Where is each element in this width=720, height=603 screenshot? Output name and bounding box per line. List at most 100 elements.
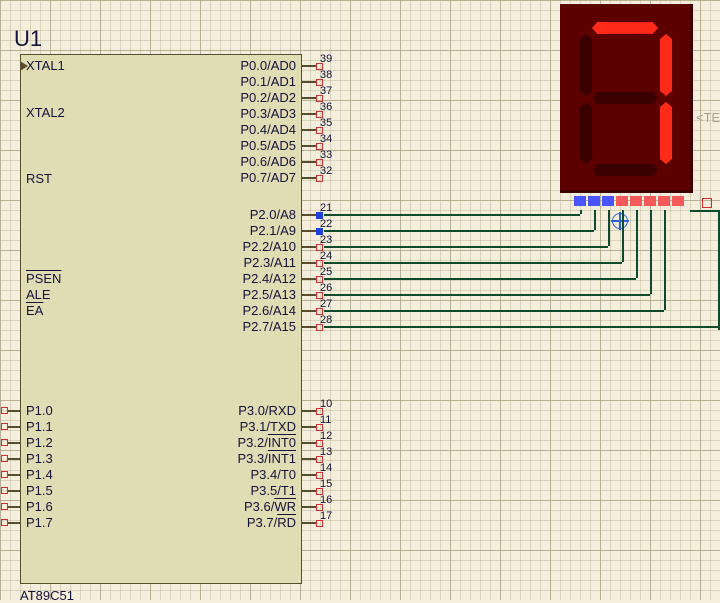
- pin-label-left: ALE: [26, 287, 51, 302]
- pin-label-right: P0.4/AD4: [240, 122, 296, 137]
- net-wire[interactable]: [636, 210, 638, 278]
- pin-terminal[interactable]: [1, 407, 8, 414]
- pin-terminal[interactable]: [316, 175, 323, 182]
- net-wire[interactable]: [650, 210, 652, 294]
- pin-terminal[interactable]: [316, 520, 323, 527]
- pin-stub: [8, 426, 20, 428]
- pin-stub: [302, 326, 316, 328]
- pin-label-left: P1.2: [26, 435, 53, 450]
- pin-stub: [302, 129, 316, 131]
- pin-label-right: P2.6/A14: [243, 303, 297, 318]
- pin-stub: [302, 214, 316, 216]
- pin-label-left: P1.0: [26, 403, 53, 418]
- pin-label-right: P2.5/A13: [243, 287, 297, 302]
- pin-label-left: XTAL1: [26, 58, 65, 73]
- pin-stub: [302, 442, 316, 444]
- seven-segment-display[interactable]: [560, 4, 693, 193]
- net-wire[interactable]: [324, 230, 594, 232]
- net-wire[interactable]: [608, 210, 610, 246]
- pin-label-right: P0.3/AD3: [240, 106, 296, 121]
- pin-label-right: P3.3/INT1: [237, 451, 296, 466]
- pin-stub: [302, 145, 316, 147]
- net-wire[interactable]: [324, 214, 580, 216]
- pin-stub: [8, 442, 20, 444]
- segment-d: [592, 164, 658, 176]
- pin-label-right: P0.2/AD2: [240, 90, 296, 105]
- pin-terminal[interactable]: [1, 439, 8, 446]
- pin-label-left: EA: [26, 303, 43, 318]
- pin-label-left: P1.1: [26, 419, 53, 434]
- pin-label-left: P1.6: [26, 499, 53, 514]
- pin-label-right: P2.2/A10: [243, 239, 297, 254]
- pin-label-left: RST: [26, 171, 52, 186]
- text-placeholder[interactable]: <TE: [696, 110, 720, 125]
- pin-label-right: P3.1/TXD: [240, 419, 296, 434]
- pin-stub: [302, 506, 316, 508]
- pin-terminal[interactable]: [1, 455, 8, 462]
- net-wire[interactable]: [324, 326, 720, 328]
- pin-label-left: XTAL2: [26, 105, 65, 120]
- pin-label-right: P0.5/AD5: [240, 138, 296, 153]
- pin-label-right: P3.5/T1: [250, 483, 296, 498]
- pin-stub: [302, 310, 316, 312]
- display-pin-row: [574, 196, 686, 206]
- pin-label-right: P0.7/AD7: [240, 170, 296, 185]
- pin-label-right: P2.7/A15: [243, 319, 297, 334]
- pin-stub: [302, 474, 316, 476]
- pin-stub: [302, 490, 316, 492]
- segment-c: [660, 102, 672, 164]
- pin-label-right: P0.1/AD1: [240, 74, 296, 89]
- segment-e: [580, 102, 592, 164]
- net-wire[interactable]: [324, 262, 622, 264]
- pin-label-right: P2.1/A9: [250, 223, 296, 238]
- pin-label-left: P1.3: [26, 451, 53, 466]
- chip-reference: U1: [14, 26, 42, 52]
- net-wire[interactable]: [690, 210, 720, 212]
- net-wire[interactable]: [594, 210, 596, 230]
- pin-terminal[interactable]: [1, 487, 8, 494]
- pin-label-left: P1.5: [26, 483, 53, 498]
- pin-label-right: P3.7/RD: [247, 515, 296, 530]
- pin-stub: [302, 522, 316, 524]
- pin-stub: [302, 177, 316, 179]
- pin-stub: [302, 278, 316, 280]
- net-wire[interactable]: [324, 294, 650, 296]
- net-wire[interactable]: [324, 278, 636, 280]
- pin-label-right: P3.6/WR: [244, 499, 296, 514]
- pin-terminal[interactable]: [1, 423, 8, 430]
- pin-stub: [8, 522, 20, 524]
- probe-marker[interactable]: [612, 213, 628, 229]
- pin-stub: [302, 161, 316, 163]
- segment-a: [592, 22, 658, 34]
- pin-terminal[interactable]: [316, 324, 323, 331]
- net-wire[interactable]: [324, 310, 664, 312]
- pin-stub: [302, 426, 316, 428]
- pin-stub: [302, 81, 316, 83]
- net-wire[interactable]: [622, 210, 624, 262]
- pin-label-right: P2.3/A11: [243, 255, 296, 270]
- pin-label-right: P3.2/INT0: [237, 435, 296, 450]
- pin-label-right: P3.0/RXD: [238, 403, 296, 418]
- display-common-terminal[interactable]: [702, 198, 712, 208]
- pin-stub: [8, 458, 20, 460]
- pin-stub: [302, 65, 316, 67]
- pin-stub: [8, 474, 20, 476]
- segment-g: [592, 92, 658, 104]
- net-wire[interactable]: [324, 246, 608, 248]
- pin-terminal[interactable]: [1, 503, 8, 510]
- pin-stub: [302, 410, 316, 412]
- pin-terminal[interactable]: [1, 471, 8, 478]
- pin-label-left: P1.7: [26, 515, 53, 530]
- pin-label-left: PSEN: [26, 271, 61, 286]
- net-wire[interactable]: [664, 210, 666, 310]
- pin-label-right: P2.4/A12: [243, 271, 297, 286]
- pin-stub: [8, 410, 20, 412]
- pin-stub: [302, 294, 316, 296]
- net-wire[interactable]: [580, 210, 582, 214]
- pin-label-left: P1.4: [26, 467, 53, 482]
- pin-terminal[interactable]: [1, 519, 8, 526]
- pin-stub: [302, 458, 316, 460]
- pin-stub: [302, 246, 316, 248]
- segment-b: [660, 34, 672, 96]
- segment-f: [580, 34, 592, 96]
